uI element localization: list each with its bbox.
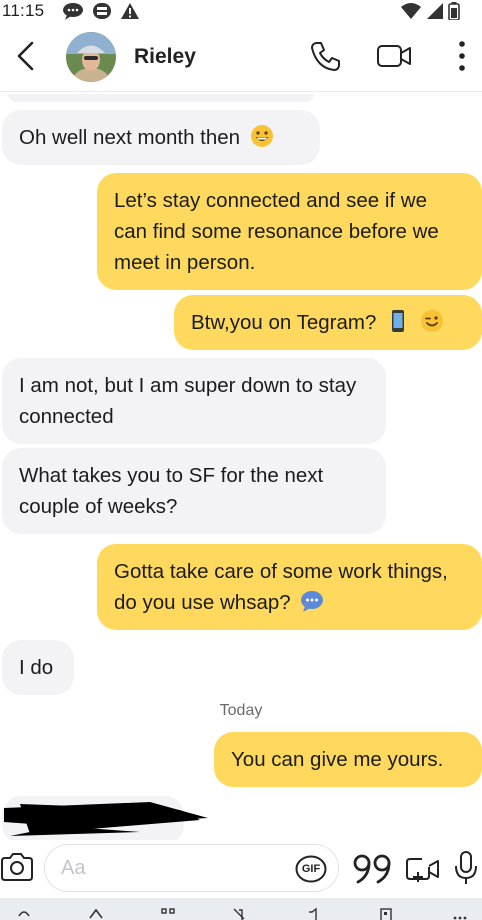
message-text: Btw,you on Tegram? xyxy=(191,311,377,334)
message-bubble-incoming[interactable]: I am not, but I am super down to stay co… xyxy=(2,358,386,444)
warning-notification-icon xyxy=(121,3,139,19)
system-nav-bar xyxy=(0,898,482,920)
contact-name[interactable]: Rieley xyxy=(134,45,196,69)
message-text: Let’s stay connected and see if we can f… xyxy=(114,189,439,274)
camera-button[interactable] xyxy=(0,852,34,882)
message-bubble-incoming[interactable]: I do xyxy=(2,640,74,695)
message-text: Gotta take care of some work things, do … xyxy=(114,560,448,614)
message-input[interactable]: Aa GIF xyxy=(44,844,339,892)
avatar-photo xyxy=(66,32,116,82)
message-text: I do xyxy=(19,656,54,679)
video-message-button[interactable] xyxy=(404,852,442,886)
message-bubble-outgoing[interactable]: Btw,you on Tegram? xyxy=(174,295,482,350)
mute-nav-icon[interactable] xyxy=(232,906,248,920)
home-nav-icon[interactable] xyxy=(88,906,104,920)
voice-call-button[interactable] xyxy=(308,38,344,74)
gif-button[interactable]: GIF xyxy=(295,855,327,883)
gif-label: GIF xyxy=(301,863,321,875)
contact-avatar[interactable] xyxy=(66,32,116,82)
message-bubble-partial xyxy=(8,94,314,102)
message-text: You can give me yours. xyxy=(231,748,444,771)
more-options-button[interactable] xyxy=(450,38,474,74)
message-text: I am not, but I am super down to stay co… xyxy=(19,374,357,428)
mobile-phone-icon xyxy=(392,310,405,332)
video-add-icon xyxy=(406,858,439,882)
message-text: Oh well next month then xyxy=(19,126,241,149)
winking-face-icon xyxy=(420,310,443,332)
message-bubble-outgoing[interactable]: Let’s stay connected and see if we can f… xyxy=(97,173,482,290)
volume-nav-icon[interactable] xyxy=(306,906,322,920)
chevron-left-icon xyxy=(17,41,34,71)
quote-button[interactable] xyxy=(352,852,396,884)
wifi-icon xyxy=(401,3,421,19)
conversation-header: Rieley xyxy=(0,24,482,92)
chat-notification-icon xyxy=(63,3,83,20)
camera-icon xyxy=(1,853,33,881)
message-bubble-incoming[interactable]: Oh well next month then xyxy=(2,110,320,165)
back-button[interactable] xyxy=(10,38,42,74)
phone-icon xyxy=(311,42,340,71)
message-bubble-outgoing[interactable]: You can give me yours. xyxy=(214,732,482,787)
signal-icon xyxy=(427,3,443,19)
microphone-icon xyxy=(455,851,477,884)
status-time: 11:15 xyxy=(2,1,45,20)
redaction-scribble xyxy=(4,802,208,836)
status-system-icons xyxy=(400,2,460,20)
speech-bubble-icon xyxy=(301,591,324,612)
voice-message-button[interactable] xyxy=(452,850,480,886)
message-composer: Aa GIF xyxy=(0,840,482,896)
apps-nav-icon[interactable] xyxy=(160,906,176,920)
message-input-placeholder: Aa xyxy=(61,857,86,879)
message-bubble-incoming[interactable]: What takes you to SF for the next couple… xyxy=(2,448,386,534)
status-notification-icons xyxy=(62,2,140,20)
day-separator: Today xyxy=(219,702,263,719)
status-bar: 11:15 xyxy=(0,0,482,24)
kebab-menu-icon xyxy=(459,41,465,71)
battery-icon xyxy=(448,2,460,20)
video-camera-icon xyxy=(377,45,411,67)
more-nav-icon[interactable] xyxy=(452,906,468,920)
video-call-button[interactable] xyxy=(376,40,412,72)
message-bubble-outgoing[interactable]: Gotta take care of some work things, do … xyxy=(97,544,482,630)
message-text: What takes you to SF for the next couple… xyxy=(19,464,324,518)
back-nav-icon[interactable] xyxy=(16,906,32,920)
quote-marks-icon xyxy=(353,854,391,884)
screenshot-nav-icon[interactable] xyxy=(378,906,394,920)
grinning-face-icon xyxy=(250,125,273,147)
print-notification-icon xyxy=(93,3,111,19)
